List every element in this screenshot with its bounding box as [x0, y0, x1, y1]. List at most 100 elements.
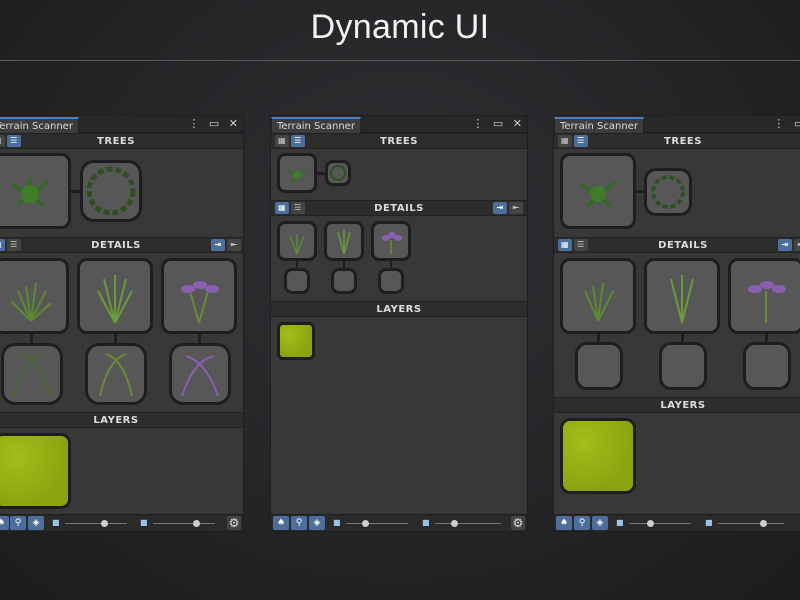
- slider-knob[interactable]: [362, 520, 369, 527]
- detail-icon[interactable]: ⚲: [291, 516, 307, 530]
- tab-terrain-scanner[interactable]: Terrain Scanner: [271, 117, 361, 133]
- tree-icon: [287, 168, 307, 183]
- detail-thumbnail[interactable]: [371, 221, 411, 261]
- detail-thumbnail[interactable]: [728, 258, 800, 334]
- layer-thumbnail[interactable]: [560, 418, 636, 494]
- gear-icon[interactable]: ⚙: [227, 516, 241, 530]
- tab-terrain-scanner[interactable]: Terrain Scanner: [554, 117, 644, 133]
- list-view-icon[interactable]: ☰: [7, 239, 21, 251]
- size-small-icon: ■: [52, 518, 60, 527]
- list-view-icon[interactable]: ☰: [7, 135, 21, 147]
- section-title: TREES: [97, 136, 135, 147]
- terrain-scanner-panel-1: Terrain Scanner ⋮ ▭ ✕ ▦ ☰ TREES ▦ ☰ DETA…: [0, 115, 244, 532]
- footer-toolbar: ♠ ⚲ ◈ ■ ■ ⚙: [554, 514, 800, 531]
- window-controls[interactable]: ⋮ ▭ ✕: [188, 117, 241, 131]
- footer-toolbar: ♠ ⚲ ◈ ■ ■ ⚙: [0, 514, 243, 531]
- layer-icon[interactable]: ◈: [592, 516, 608, 530]
- expand-icon[interactable]: ⇥: [493, 202, 507, 214]
- tree-icon: [86, 166, 136, 216]
- tree-icon[interactable]: ♠: [273, 516, 289, 530]
- detail-variant-thumbnail[interactable]: [743, 342, 791, 390]
- terrain-scanner-panel-3: Terrain Scanner ⋮ ▭ ✕ ▦ ☰ TREES ▦ ☰ DETA…: [553, 115, 800, 532]
- collapse-icon[interactable]: ⇤: [227, 239, 241, 251]
- size-slider[interactable]: [346, 520, 408, 527]
- terrain-scanner-panel-2: Terrain Scanner ⋮ ▭ ✕ ▦ ☰ TREES ▦ ☰ DETA…: [270, 115, 528, 532]
- detail-variant-thumbnail[interactable]: [1, 343, 63, 405]
- detail-icon[interactable]: ⚲: [10, 516, 26, 530]
- grid-view-icon[interactable]: ▦: [558, 135, 572, 147]
- spacing-slider[interactable]: [435, 520, 501, 527]
- divider: [0, 60, 800, 61]
- grid-view-icon[interactable]: ▦: [0, 239, 5, 251]
- gear-icon[interactable]: ⚙: [511, 516, 525, 530]
- tab-bar: Terrain Scanner ⋮ ▭ ✕: [554, 116, 800, 133]
- tree-icon[interactable]: ♠: [0, 516, 9, 530]
- detail-icon[interactable]: ⚲: [574, 516, 590, 530]
- window-controls[interactable]: ⋮ ▭ ✕: [472, 117, 525, 131]
- grid-view-icon[interactable]: ▦: [275, 135, 289, 147]
- detail-icon: [181, 355, 219, 397]
- detail-variant-thumbnail[interactable]: [85, 343, 147, 405]
- list-view-icon[interactable]: ☰: [291, 202, 305, 214]
- tree-detail-thumbnail[interactable]: [644, 168, 692, 216]
- section-title: LAYERS: [93, 415, 139, 426]
- size-small-icon: ■: [616, 518, 624, 527]
- layer-icon[interactable]: ◈: [28, 516, 44, 530]
- detail-variant-thumbnail[interactable]: [378, 268, 404, 294]
- list-view-icon[interactable]: ☰: [574, 239, 588, 251]
- spacing-slider[interactable]: [153, 520, 215, 527]
- detail-variant-thumbnail[interactable]: [284, 268, 310, 294]
- spacing-slider[interactable]: [718, 520, 784, 527]
- detail-icon: [584, 282, 614, 322]
- window-controls[interactable]: ⋮ ▭ ✕: [773, 117, 800, 131]
- tree-icon[interactable]: ♠: [556, 516, 572, 530]
- detail-thumbnail[interactable]: [161, 258, 237, 334]
- size-large-icon: ■: [140, 518, 148, 527]
- tab-terrain-scanner[interactable]: Terrain Scanner: [0, 117, 79, 133]
- detail-icon: [382, 232, 402, 254]
- layer-thumbnail[interactable]: [0, 433, 71, 509]
- detail-variant-thumbnail[interactable]: [331, 268, 357, 294]
- size-slider[interactable]: [629, 520, 691, 527]
- grid-view-icon[interactable]: ▦: [275, 202, 289, 214]
- slider-knob[interactable]: [193, 520, 200, 527]
- section-details-header: ▦ ☰ DETAILS ⇥ ⇤: [271, 200, 527, 216]
- detail-thumbnail[interactable]: [644, 258, 720, 334]
- detail-icon: [97, 275, 133, 324]
- detail-thumbnail[interactable]: [0, 258, 69, 334]
- tree-thumbnail[interactable]: [560, 153, 636, 229]
- slider-knob[interactable]: [760, 520, 767, 527]
- size-slider[interactable]: [65, 520, 127, 527]
- slider-knob[interactable]: [647, 520, 654, 527]
- slider-knob[interactable]: [451, 520, 458, 527]
- section-layers-header: LAYERS: [0, 412, 243, 428]
- tree-icon: [11, 178, 49, 208]
- footer-toolbar: ♠ ⚲ ◈ ■ ■ ⚙: [271, 514, 527, 531]
- layer-icon[interactable]: ◈: [309, 516, 325, 530]
- section-layers-header: LAYERS: [271, 301, 527, 317]
- grid-view-icon[interactable]: ▦: [558, 239, 572, 251]
- list-view-icon[interactable]: ☰: [574, 135, 588, 147]
- size-large-icon: ■: [422, 518, 430, 527]
- tree-detail-thumbnail[interactable]: [80, 160, 142, 222]
- list-view-icon[interactable]: ☰: [291, 135, 305, 147]
- tree-thumbnail[interactable]: [277, 153, 317, 193]
- expand-icon[interactable]: ⇥: [211, 239, 225, 251]
- detail-thumbnail[interactable]: [324, 221, 364, 261]
- page-headline: Dynamic UI: [310, 8, 490, 46]
- collapse-icon[interactable]: ⇤: [794, 239, 800, 251]
- grid-view-icon[interactable]: ▦: [0, 135, 5, 147]
- expand-icon[interactable]: ⇥: [778, 239, 792, 251]
- collapse-icon[interactable]: ⇤: [509, 202, 523, 214]
- layer-thumbnail[interactable]: [277, 322, 315, 360]
- detail-variant-thumbnail[interactable]: [169, 343, 231, 405]
- slider-knob[interactable]: [101, 520, 108, 527]
- detail-variant-thumbnail[interactable]: [659, 342, 707, 390]
- tree-detail-thumbnail[interactable]: [325, 160, 351, 186]
- section-trees-header: ▦ ☰ TREES: [554, 133, 800, 149]
- detail-thumbnail[interactable]: [277, 221, 317, 261]
- tree-thumbnail[interactable]: [0, 153, 71, 229]
- detail-thumbnail[interactable]: [560, 258, 636, 334]
- detail-variant-thumbnail[interactable]: [575, 342, 623, 390]
- detail-thumbnail[interactable]: [77, 258, 153, 334]
